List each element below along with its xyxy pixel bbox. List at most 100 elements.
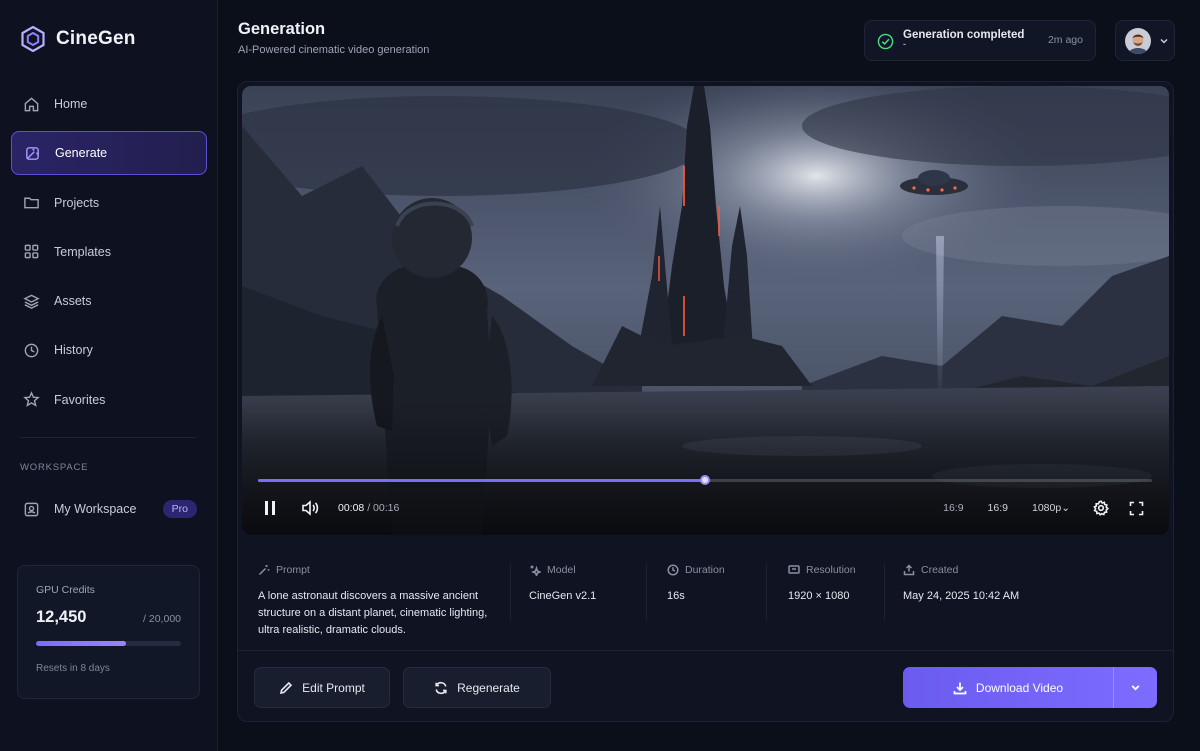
created-label: Created (903, 564, 1019, 576)
brand[interactable]: CineGen (20, 26, 136, 52)
duration-value: 16s (667, 590, 685, 602)
credits-progress-bar (36, 641, 181, 646)
clock-icon (24, 343, 39, 358)
download-video-split-button: Download Video (903, 667, 1157, 708)
avatar (1125, 27, 1151, 54)
generation-status-notification[interactable]: Generation completed - 2m ago (864, 20, 1096, 61)
notification-text: Generation completed (903, 29, 1025, 41)
gpu-credits-card: GPU Credits 12,450 / 20,000 Resets in 8 … (17, 565, 200, 699)
edit-prompt-label: Edit Prompt (302, 680, 365, 695)
refresh-icon (435, 681, 447, 694)
resolution-label: Resolution (788, 564, 856, 576)
notification-text-wrapper: Generation completed - (903, 29, 1025, 49)
regenerate-button[interactable]: Regenerate (403, 667, 551, 708)
quality-value: 1080p (1031, 502, 1062, 514)
sidebar-item-my-workspace[interactable]: My Workspace Pro (11, 487, 207, 531)
details-separator (510, 564, 511, 620)
sidebar-item-label: History (54, 343, 93, 358)
aspect-ratio-selector[interactable]: 16:9 (976, 502, 1020, 514)
layers-icon (23, 294, 40, 309)
prompt-label: Prompt (258, 564, 498, 576)
credits-title: GPU Credits (36, 584, 95, 596)
cinegen-logo-icon (21, 26, 45, 52)
pencil-icon (280, 681, 293, 694)
sidebar-item-home[interactable]: Home (11, 82, 207, 126)
workspace-section-label: WORKSPACE (20, 462, 89, 473)
sidebar-item-generate[interactable]: Generate (11, 131, 207, 176)
sidebar-item-label: My Workspace (54, 502, 137, 516)
brand-name: CineGen (56, 28, 136, 49)
sidebar-divider (20, 437, 197, 438)
page-title: Generation (238, 20, 326, 38)
generation-details: Prompt A lone astronaut discovers a mass… (238, 552, 1174, 647)
actions-divider (238, 650, 1173, 651)
gear-icon (1093, 500, 1109, 516)
sidebar-item-templates[interactable]: Templates (11, 230, 207, 274)
fullscreen-button[interactable] (1120, 501, 1152, 516)
prompt-text: A lone astronaut discovers a massive anc… (258, 590, 488, 636)
sidebar-item-history[interactable]: History (11, 328, 207, 372)
video-frame-image (242, 86, 1169, 535)
sidebar-item-label: Home (54, 97, 88, 111)
sidebar: CineGen Home Generate Projects Templates… (0, 0, 218, 751)
quality-selector[interactable]: 1080p⌄ (1020, 502, 1082, 514)
created-label-text: Created (921, 564, 959, 576)
sidebar-item-favorites[interactable]: Favorites (11, 378, 207, 422)
download-options-button[interactable] (1114, 682, 1157, 693)
sidebar-item-label: Projects (54, 195, 100, 210)
created-value: May 24, 2025 10:42 AM (903, 590, 1020, 602)
credits-value: 12,450 (36, 608, 87, 626)
current-time: 00:08 (338, 502, 365, 514)
page-subtitle: AI-Powered cinematic video generation (238, 44, 430, 56)
workspace-item-wrapper: My Workspace Pro (11, 487, 207, 536)
download-video-button[interactable]: Download Video (903, 681, 1113, 695)
sidebar-item-assets[interactable]: Assets (11, 279, 207, 323)
video-player[interactable] (242, 86, 1169, 535)
duration-column: Duration 16s (667, 564, 725, 605)
player-right-controls: 16:9 16:9 1080p⌄ (931, 500, 1152, 516)
workspace-icon (24, 502, 39, 516)
fullscreen-icon (1129, 501, 1143, 515)
duration-label-text: Duration (685, 564, 725, 576)
timeline-scrubber-handle[interactable] (700, 475, 710, 485)
total-duration: / 00:16 (367, 502, 400, 514)
resolution-column: Resolution 1920 × 1080 (788, 564, 856, 605)
prompt-column: Prompt A lone astronaut discovers a mass… (258, 564, 498, 639)
sidebar-item-label: Generate (55, 146, 108, 161)
wand-icon (26, 146, 39, 160)
chevron-down-icon (1160, 38, 1168, 44)
video-timeline[interactable] (258, 475, 1152, 485)
monitor-icon (788, 565, 800, 574)
pause-icon (265, 501, 275, 515)
home-icon (24, 96, 39, 111)
details-separator (884, 564, 885, 620)
sparkle-icon (530, 565, 541, 576)
folder-icon (24, 197, 39, 209)
star-icon (23, 391, 40, 408)
timeline-progress-fill (258, 479, 705, 482)
edit-prompt-button[interactable]: Edit Prompt (254, 667, 390, 708)
resolution-value: 1920 × 1080 (788, 590, 850, 602)
wand-icon (258, 565, 270, 576)
details-separator (646, 564, 647, 620)
created-column: Created May 24, 2025 10:42 AM (903, 564, 1019, 605)
sidebar-item-label: Templates (54, 244, 111, 259)
volume-button[interactable] (298, 496, 322, 520)
regenerate-label: Regenerate (457, 680, 520, 695)
chevron-down-icon (1131, 685, 1140, 691)
pause-button[interactable] (258, 496, 282, 520)
credits-progress-fill (36, 641, 127, 646)
user-menu-button[interactable] (1115, 20, 1175, 61)
sidebar-nav: Home Generate Projects Templates Assets … (11, 82, 207, 427)
prompt-label-text: Prompt (276, 564, 310, 576)
model-label: Model (529, 564, 596, 576)
download-icon (953, 682, 967, 694)
credits-reset-text: Resets in 8 days (36, 663, 110, 674)
sidebar-item-projects[interactable]: Projects (11, 181, 207, 225)
settings-button[interactable] (1082, 500, 1120, 516)
playback-time: 00:08 / 00:16 (338, 502, 399, 514)
aspect-ratio-label[interactable]: 16:9 (931, 502, 975, 514)
notification-subtext: - (903, 39, 906, 49)
download-label: Download Video (975, 680, 1064, 695)
sidebar-item-label: Favorites (54, 392, 106, 407)
